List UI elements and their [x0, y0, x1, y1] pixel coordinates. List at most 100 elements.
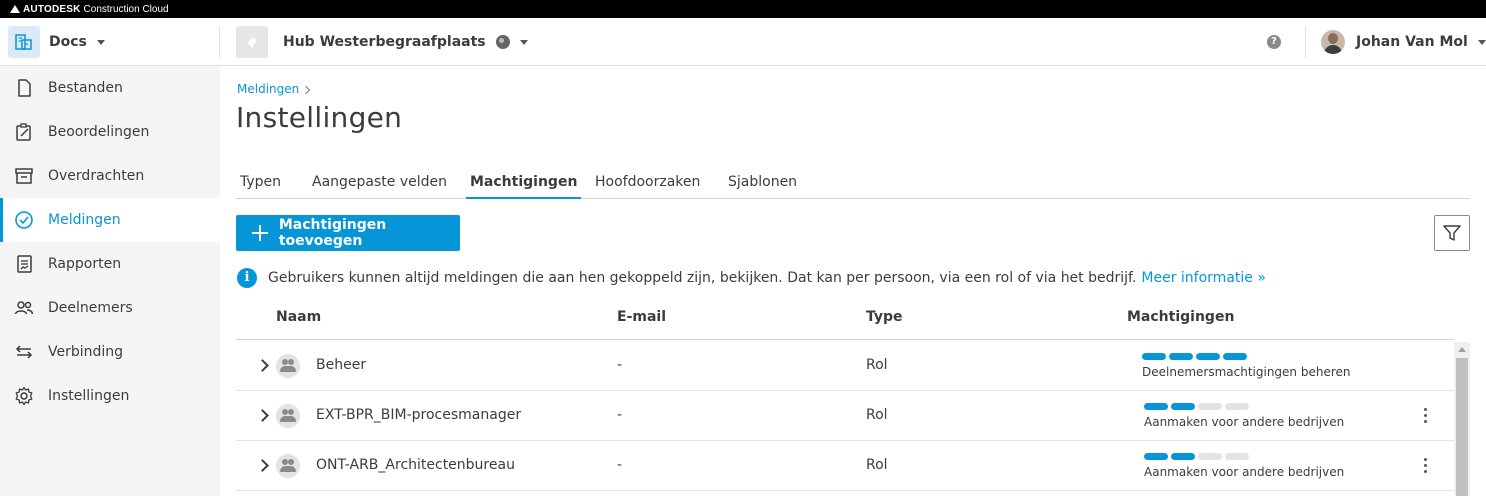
more-options-icon[interactable]: [1424, 458, 1428, 474]
more-info-link[interactable]: Meer informatie »: [1141, 270, 1266, 286]
permission-level[interactable]: Deelnemersmachtigingen beheren: [1142, 353, 1351, 379]
table-scrollbar[interactable]: [1454, 342, 1470, 496]
sidebar-item-overdrachten[interactable]: Overdrachten: [0, 154, 220, 198]
sidebar-item-verbinding[interactable]: Verbinding: [0, 330, 220, 374]
permission-bar-segment: [1171, 403, 1195, 410]
project-thumbnail: [236, 26, 268, 58]
tab-hoofdoorzaken[interactable]: Hoofdoorzaken: [591, 166, 704, 199]
tab-sjablonen[interactable]: Sjablonen: [724, 166, 801, 199]
filter-icon: [1443, 225, 1461, 241]
table-row[interactable]: Beheer - Rol Deelnemersmachtigingen behe…: [236, 341, 1454, 391]
avatar: [1321, 30, 1345, 54]
row-name: ONT-ARB_Architectenbureau: [316, 457, 515, 473]
info-message: i Gebruikers kunnen altijd meldingen die…: [237, 268, 1266, 288]
add-permissions-label: Machtigingen toevoegen: [278, 217, 387, 249]
sidebar-item-label: Beoordelingen: [48, 124, 150, 140]
tab-typen[interactable]: Typen: [236, 166, 285, 199]
product-name: Construction Cloud: [83, 3, 169, 15]
row-email: -: [617, 357, 623, 373]
help-icon[interactable]: ?: [1267, 35, 1281, 49]
table-row[interactable]: EXT-BPR_BIM-procesmanager - Rol Aanmaken…: [236, 391, 1454, 441]
sidebar-item-label: Rapporten: [48, 256, 122, 272]
sidebar-item-label: Verbinding: [48, 344, 124, 360]
table-row[interactable]: ONT-ARB_Architectenbureau - Rol Aanmaken…: [236, 441, 1454, 491]
chevron-right-icon[interactable]: [256, 409, 269, 422]
permission-bar-segment: [1198, 403, 1222, 410]
column-header-naam[interactable]: Naam: [276, 309, 321, 325]
permission-label: Aanmaken voor andere bedrijven: [1144, 415, 1345, 429]
scroll-up-arrow-icon[interactable]: [1458, 347, 1466, 352]
role-group-icon: [276, 454, 300, 478]
filter-button[interactable]: [1434, 215, 1470, 251]
chevron-down-icon: [96, 39, 105, 45]
column-header-machtigingen[interactable]: Machtigingen: [1127, 309, 1234, 325]
permission-bars: [1142, 353, 1351, 360]
sidebar-item-deelnemers[interactable]: Deelnemers: [0, 286, 220, 330]
scrollbar-thumb[interactable]: [1456, 358, 1468, 496]
info-text: Gebruikers kunnen altijd meldingen die a…: [268, 270, 1137, 286]
permission-bar-segment: [1144, 453, 1168, 460]
permission-bar-segment: [1225, 403, 1249, 410]
row-type: Rol: [866, 407, 888, 423]
app-label: Docs: [49, 34, 87, 50]
permission-level[interactable]: Aanmaken voor andere bedrijven: [1144, 453, 1344, 479]
role-group-icon: [276, 404, 300, 428]
review-clipboard-icon: [13, 121, 35, 143]
sidebar-item-label: Bestanden: [48, 80, 123, 96]
chevron-right-icon[interactable]: [256, 459, 269, 472]
sidebar-item-instellingen[interactable]: Instellingen: [0, 374, 220, 418]
permission-bar-segment: [1198, 453, 1222, 460]
permission-bars: [1144, 453, 1344, 460]
permission-bars: [1144, 403, 1344, 410]
check-circle-icon: [13, 209, 35, 231]
sidebar: Bestanden Beoordelingen Overdrachten Mel…: [0, 66, 220, 496]
app-switcher[interactable]: Docs: [8, 26, 105, 58]
tab-aangepaste-velden[interactable]: Aangepaste velden: [308, 166, 451, 199]
permission-bar-segment: [1223, 353, 1247, 360]
permission-bar-segment: [1169, 353, 1193, 360]
sidebar-item-label: Deelnemers: [48, 300, 133, 316]
page-title: Instellingen: [236, 101, 403, 134]
permission-bar-segment: [1196, 353, 1220, 360]
chevron-down-icon: [1477, 39, 1486, 45]
arrows-exchange-icon: [13, 341, 35, 363]
autodesk-logo-icon: [10, 5, 20, 13]
chevron-right-icon[interactable]: [256, 359, 269, 372]
globe-icon: [495, 35, 510, 49]
sidebar-item-beoordelingen[interactable]: Beoordelingen: [0, 110, 220, 154]
user-menu[interactable]: Johan Van Mol: [1321, 30, 1486, 54]
project-name: Hub Westerbegraafplaats: [283, 34, 486, 50]
row-type: Rol: [866, 357, 888, 373]
permission-bar-segment: [1144, 403, 1168, 410]
app-header: Docs Hub Westerbegraafplaats: [0, 18, 1486, 66]
permission-level[interactable]: Aanmaken voor andere bedrijven: [1144, 403, 1344, 429]
tab-machtigingen[interactable]: Machtigingen: [466, 166, 582, 199]
user-name: Johan Van Mol: [1356, 34, 1468, 50]
column-header-type[interactable]: Type: [866, 309, 903, 325]
chevron-right-icon: [301, 85, 311, 94]
sidebar-item-bestanden[interactable]: Bestanden: [0, 66, 220, 110]
row-type: Rol: [866, 457, 888, 473]
file-icon: [13, 77, 35, 99]
permission-bar-segment: [1171, 453, 1195, 460]
brand-bar: AUTODESK Construction Cloud: [0, 0, 1486, 18]
brand-name: AUTODESK: [23, 3, 81, 15]
sidebar-item-label: Instellingen: [48, 388, 130, 404]
add-permissions-button[interactable]: Machtigingen toevoegen: [236, 215, 460, 251]
breadcrumb: Meldingen: [237, 82, 311, 96]
role-group-icon: [276, 354, 300, 378]
gear-icon: [13, 385, 35, 407]
header-divider: [219, 26, 220, 58]
permission-label: Deelnemersmachtigingen beheren: [1142, 365, 1351, 379]
more-options-icon[interactable]: [1424, 408, 1428, 424]
transmittal-tray-icon: [13, 165, 35, 187]
sidebar-item-meldingen[interactable]: Meldingen: [0, 198, 220, 242]
row-name: Beheer: [316, 357, 367, 373]
permission-label: Aanmaken voor andere bedrijven: [1144, 465, 1345, 479]
breadcrumb-link[interactable]: Meldingen: [237, 82, 299, 96]
column-header-email[interactable]: E-mail: [617, 309, 666, 325]
sidebar-item-rapporten[interactable]: Rapporten: [0, 242, 220, 286]
project-selector[interactable]: Hub Westerbegraafplaats: [236, 26, 528, 58]
plus-icon: [252, 225, 268, 241]
header-divider: [1305, 26, 1306, 58]
